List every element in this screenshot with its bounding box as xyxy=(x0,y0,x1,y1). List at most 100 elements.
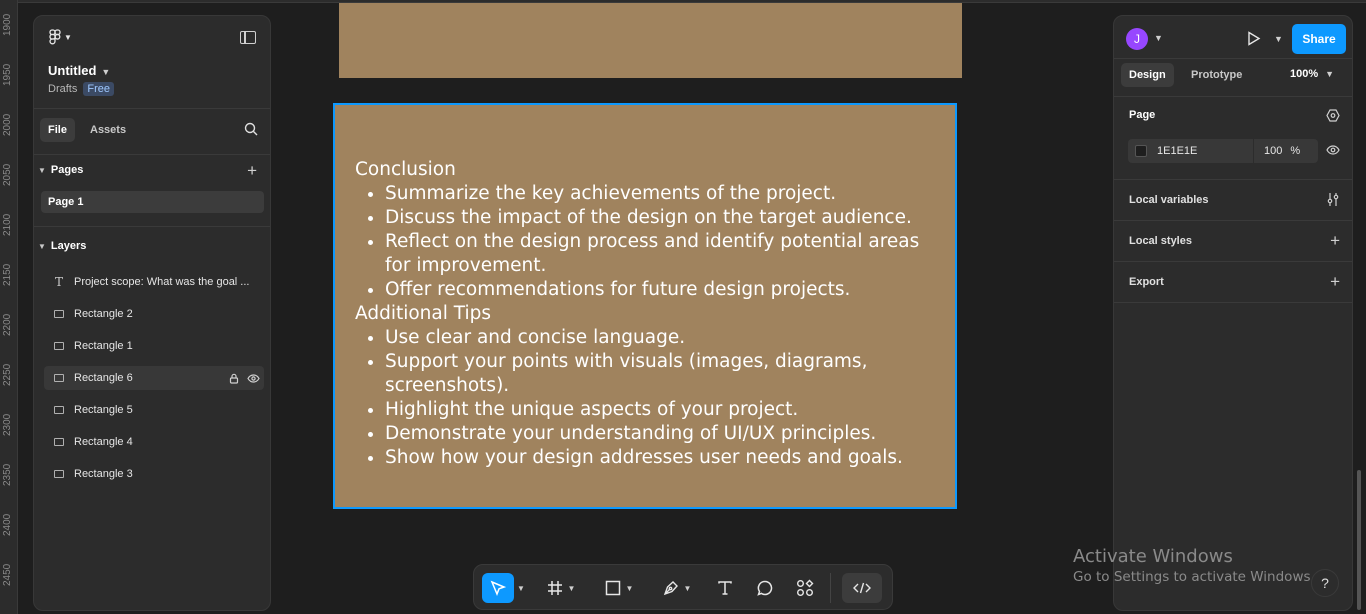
rectangle-layer-icon xyxy=(54,470,64,478)
pen-tool-button[interactable]: ▼ xyxy=(656,573,698,603)
ruler-label: 2450 xyxy=(2,563,13,586)
ruler-label: 2400 xyxy=(2,513,13,536)
file-title-text: Untitled xyxy=(48,63,97,78)
page-item-1[interactable]: Page 1 xyxy=(41,191,264,213)
layers-section-header[interactable]: ▼ Layers xyxy=(38,240,86,252)
chevron-down-icon: ▼ xyxy=(38,165,46,175)
comment-bubble-icon xyxy=(757,580,773,596)
pages-section-header[interactable]: ▼ Pages xyxy=(38,164,83,176)
variables-adjust-icon[interactable] xyxy=(1326,192,1340,207)
comment-tool-button[interactable] xyxy=(750,573,780,603)
divider xyxy=(34,108,270,109)
layer-name: Rectangle 4 xyxy=(74,436,133,448)
list-item: Highlight the unique aspects of your pro… xyxy=(385,398,945,422)
rectangle-layer-icon xyxy=(54,342,64,350)
frame-text-content[interactable]: Conclusion Summarize the key achievement… xyxy=(355,158,945,470)
zoom-menu[interactable]: 100% ▼ xyxy=(1290,68,1334,80)
page-background-field[interactable]: 1E1E1E 100 % xyxy=(1128,139,1318,163)
shape-tool-button[interactable]: ▼ xyxy=(598,573,640,603)
layer-item[interactable]: T Project scope: What was the goal ... xyxy=(44,270,264,294)
list-item: Offer recommendations for future design … xyxy=(385,278,945,302)
share-button[interactable]: Share xyxy=(1292,24,1346,54)
layer-item[interactable]: Rectangle 5 xyxy=(44,398,264,422)
dev-mode-toggle[interactable] xyxy=(842,573,882,603)
heading-conclusion: Conclusion xyxy=(355,159,456,180)
present-play-icon[interactable] xyxy=(1247,31,1261,46)
chevron-down-icon: ▼ xyxy=(1325,69,1335,79)
pages-heading: Pages xyxy=(50,164,84,176)
chevron-down-icon: ▼ xyxy=(567,583,576,593)
move-tool-button[interactable] xyxy=(482,573,514,603)
local-variables-label[interactable]: Local variables xyxy=(1129,194,1209,206)
tab-prototype[interactable]: Prototype xyxy=(1183,63,1250,87)
layer-item[interactable]: Rectangle 3 xyxy=(44,462,264,486)
chevron-down-icon[interactable]: ▼ xyxy=(1154,33,1163,43)
tab-file[interactable]: File xyxy=(40,118,75,142)
layer-item[interactable]: Rectangle 4 xyxy=(44,430,264,454)
frame-tool-button[interactable]: ▼ xyxy=(540,573,582,603)
drafts-label[interactable]: Drafts xyxy=(48,83,77,95)
add-page-icon[interactable]: + xyxy=(247,162,257,179)
layer-item[interactable]: Rectangle 6 xyxy=(44,366,264,390)
list-item: Support your points with visuals (images… xyxy=(385,350,945,398)
layer-item[interactable]: Rectangle 2 xyxy=(44,302,264,326)
layer-item[interactable]: Rectangle 1 xyxy=(44,334,264,358)
layer-name: Rectangle 3 xyxy=(74,468,133,480)
styles-icon[interactable] xyxy=(1326,109,1340,122)
export-label[interactable]: Export xyxy=(1129,276,1164,288)
frame-hash-icon xyxy=(547,581,562,595)
divider xyxy=(34,154,270,155)
text-tool-button[interactable] xyxy=(710,573,740,603)
ruler-label: 2200 xyxy=(2,313,13,336)
help-button[interactable]: ? xyxy=(1311,569,1339,597)
watermark-subtitle: Go to Settings to activate Windows. xyxy=(1073,569,1315,585)
divider xyxy=(1114,58,1352,59)
actions-tool-button[interactable] xyxy=(790,573,820,603)
vertical-scrollbar[interactable] xyxy=(1357,470,1361,610)
layer-name: Rectangle 1 xyxy=(74,340,133,352)
figma-logo-icon xyxy=(49,29,61,45)
background-hex-value[interactable]: 1E1E1E xyxy=(1157,145,1253,157)
plan-badge[interactable]: Free xyxy=(83,82,114,96)
add-export-icon[interactable]: + xyxy=(1330,273,1340,290)
layer-name: Rectangle 2 xyxy=(74,308,133,320)
divider xyxy=(1114,179,1352,180)
ruler-label: 2100 xyxy=(2,213,13,236)
ruler-label: 2350 xyxy=(2,463,13,486)
selected-text-frame[interactable]: Conclusion Summarize the key achievement… xyxy=(333,103,957,509)
chevron-down-icon: ▼ xyxy=(101,67,111,77)
move-tool-menu[interactable]: ▼ xyxy=(516,573,526,603)
background-opacity-value[interactable]: 100 xyxy=(1264,145,1282,157)
bottom-toolbar: ▼ ▼ ▼ ▼ xyxy=(473,564,893,610)
chevron-down-icon: ▼ xyxy=(38,241,46,251)
tab-design[interactable]: Design xyxy=(1121,63,1174,87)
file-location: Drafts Free xyxy=(48,82,114,96)
list-item: Demonstrate your understanding of UI/UX … xyxy=(385,422,945,446)
eye-icon[interactable] xyxy=(247,373,260,383)
sidebar-toggle-icon[interactable] xyxy=(240,31,256,44)
ruler-left: 1900 1950 2000 2050 2100 2150 2200 2250 … xyxy=(0,0,18,614)
local-styles-label[interactable]: Local styles xyxy=(1129,235,1192,247)
avatar[interactable]: J xyxy=(1126,28,1148,50)
text-layer-icon: T xyxy=(54,275,63,289)
chevron-down-icon[interactable]: ▼ xyxy=(1274,34,1283,44)
lock-icon[interactable] xyxy=(229,373,239,384)
add-style-icon[interactable]: + xyxy=(1330,232,1340,249)
divider xyxy=(1114,96,1352,97)
left-panel: ▼ Untitled ▼ Drafts Free File Assets ▼ Pag… xyxy=(33,15,271,611)
rectangle-layer-icon xyxy=(54,406,64,414)
color-swatch[interactable] xyxy=(1135,145,1147,157)
file-title[interactable]: Untitled ▼ xyxy=(48,63,110,78)
list-item: Reflect on the design process and identi… xyxy=(385,230,945,278)
chevron-down-icon: ▼ xyxy=(683,583,692,593)
search-icon[interactable] xyxy=(244,122,258,136)
divider xyxy=(1114,261,1352,262)
main-menu-button[interactable]: ▼ xyxy=(49,29,72,45)
rectangle-shape[interactable] xyxy=(339,3,962,78)
eye-icon[interactable] xyxy=(1326,145,1340,155)
rectangle-shape-icon xyxy=(605,580,620,596)
tab-assets[interactable]: Assets xyxy=(82,118,134,142)
pen-nib-icon xyxy=(663,581,678,596)
ruler-label: 2300 xyxy=(2,413,13,436)
divider xyxy=(34,226,270,227)
